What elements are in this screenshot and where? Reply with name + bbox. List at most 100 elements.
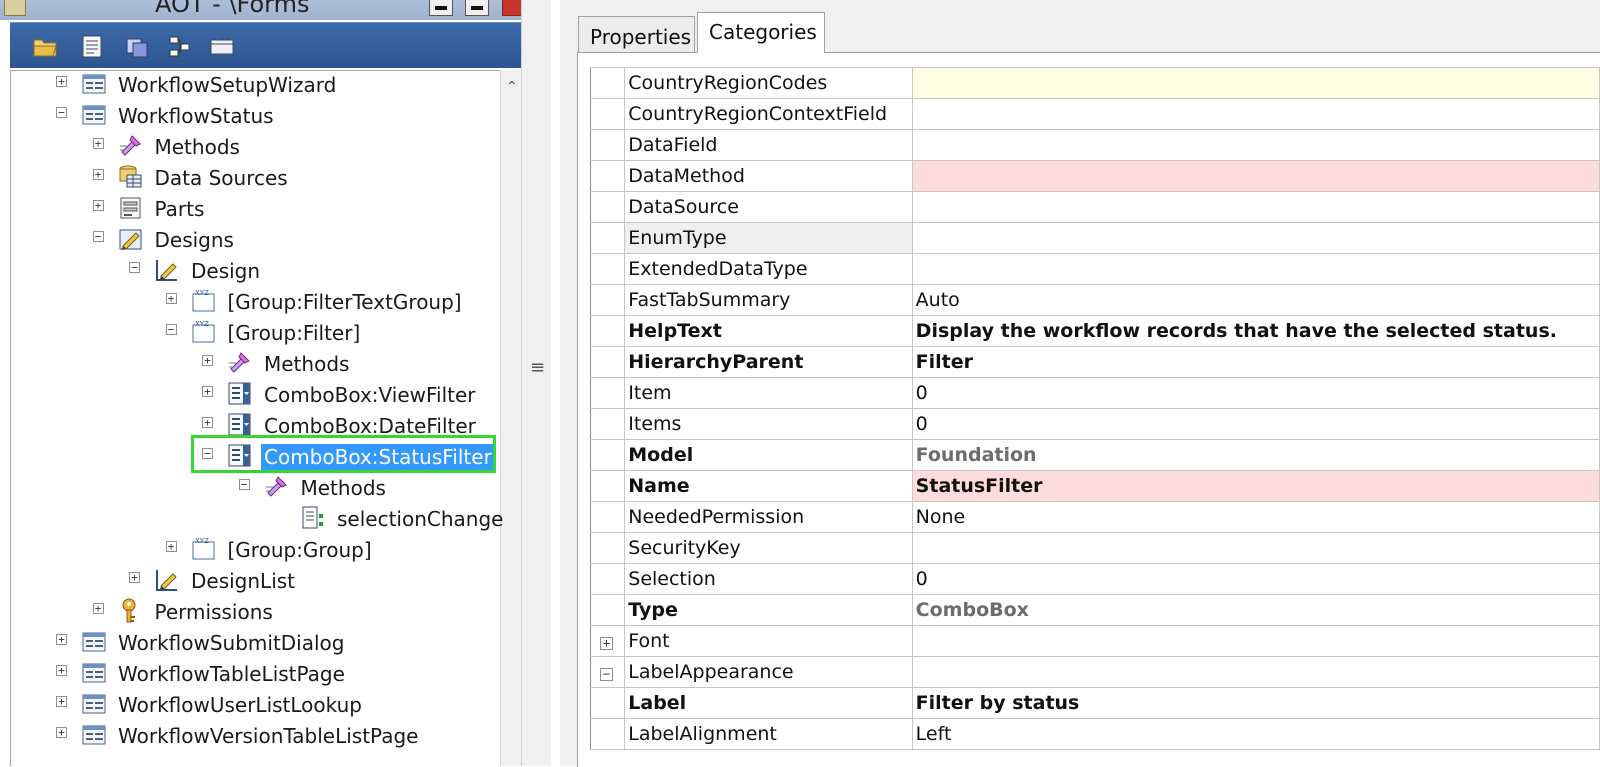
tab-properties[interactable]: Properties: [578, 16, 695, 52]
property-row[interactable]: + Font: [589, 625, 1600, 657]
tree-node-label[interactable]: [Group:Filter]: [225, 320, 364, 346]
expand-icon[interactable]: +: [202, 417, 213, 428]
expand-icon[interactable]: +: [56, 634, 67, 645]
property-row[interactable]: SecurityKey: [589, 532, 1600, 564]
tree-node-label[interactable]: WorkflowTableListPage: [115, 661, 348, 687]
property-row[interactable]: Items 0: [589, 408, 1600, 440]
properties-icon[interactable]: [79, 34, 105, 58]
property-row[interactable]: Model Foundation: [589, 439, 1600, 471]
tree-node[interactable]: − Design: [0, 258, 500, 289]
expand-icon[interactable]: +: [129, 572, 140, 583]
property-name[interactable]: CountryRegionContextField: [624, 98, 913, 130]
expand-icon[interactable]: +: [600, 637, 613, 650]
expand-icon[interactable]: +: [165, 541, 177, 552]
tree-node-label[interactable]: Methods: [261, 351, 352, 377]
tree-node-label[interactable]: [Group:FilterTextGroup]: [225, 289, 465, 315]
property-name[interactable]: FastTabSummary: [624, 284, 913, 316]
property-value[interactable]: [911, 253, 1600, 285]
collapse-icon[interactable]: −: [92, 231, 104, 242]
property-name[interactable]: Type: [624, 594, 913, 626]
property-value[interactable]: [911, 222, 1600, 254]
tree-node-label[interactable]: WorkflowUserListLookup: [115, 692, 365, 718]
property-row[interactable]: CountryRegionCodes: [589, 67, 1600, 99]
tree-node-label[interactable]: WorkflowSubmitDialog: [115, 630, 347, 656]
minimize-button[interactable]: [429, 0, 453, 16]
property-name[interactable]: DataField: [624, 129, 913, 161]
property-row[interactable]: DataSource: [589, 191, 1600, 223]
collapse-icon[interactable]: −: [165, 324, 177, 335]
property-row[interactable]: Item 0: [589, 377, 1600, 409]
property-value[interactable]: Filter by status: [911, 687, 1600, 719]
pane-splitter[interactable]: ≡: [521, 0, 553, 766]
property-row[interactable]: FastTabSummary Auto: [589, 284, 1600, 316]
property-value[interactable]: Auto: [911, 284, 1600, 316]
property-value[interactable]: [911, 656, 1600, 688]
tree-node[interactable]: + XYZ [Group:FilterTextGroup]: [0, 289, 500, 320]
property-row[interactable]: − LabelAppearance: [589, 656, 1600, 688]
expand-icon[interactable]: +: [92, 200, 104, 211]
property-row[interactable]: EnumType: [589, 222, 1600, 254]
tree-node-label[interactable]: [Group:Group]: [225, 537, 375, 563]
expand-icon[interactable]: +: [202, 386, 213, 397]
tree-node[interactable]: + Parts: [0, 197, 500, 227]
property-row[interactable]: HierarchyParent Filter: [589, 346, 1600, 378]
tree-node-label[interactable]: WorkflowVersionTableListPage: [115, 723, 421, 749]
tree-vertical-scrollbar[interactable]: ⌃: [500, 70, 522, 766]
property-name[interactable]: LabelAppearance: [624, 656, 913, 688]
expand-icon[interactable]: +: [56, 696, 67, 707]
tree-node[interactable]: + WorkflowSetupWizard: [0, 73, 500, 103]
tree-node-label[interactable]: Permissions: [152, 599, 276, 625]
expand-icon[interactable]: +: [92, 138, 104, 149]
collapse-icon[interactable]: −: [600, 668, 613, 681]
tree-node-label[interactable]: Designs: [152, 227, 237, 253]
property-value[interactable]: [911, 129, 1600, 161]
tree-node[interactable]: − Methods: [0, 475, 500, 506]
tree-node-label[interactable]: WorkflowStatus: [115, 103, 277, 129]
tree-node[interactable]: + Permissions: [0, 598, 500, 630]
tree-node-label[interactable]: Design: [188, 258, 263, 284]
property-row[interactable]: Label Filter by status: [589, 687, 1600, 719]
expand-icon[interactable]: +: [92, 603, 104, 614]
expand-icon[interactable]: +: [56, 665, 67, 676]
property-value[interactable]: None: [911, 501, 1600, 533]
property-name[interactable]: NeededPermission: [624, 501, 913, 533]
property-row[interactable]: Type ComboBox: [589, 594, 1600, 626]
property-row[interactable]: Name StatusFilter: [589, 470, 1600, 502]
tree-node[interactable]: + WorkflowUserListLookup: [0, 692, 500, 723]
save-all-icon[interactable]: [209, 34, 235, 58]
property-name[interactable]: Model: [624, 439, 913, 471]
property-name[interactable]: HelpText: [624, 315, 913, 347]
tree-node[interactable]: + WorkflowVersionTableListPage: [0, 723, 500, 754]
property-row[interactable]: HelpText Display the workflow records tha…: [589, 315, 1600, 347]
property-value[interactable]: [911, 160, 1600, 192]
tree-node-label[interactable]: Methods: [298, 475, 389, 501]
tree-node-label[interactable]: DesignList: [188, 568, 298, 594]
property-name[interactable]: DataMethod: [624, 160, 913, 192]
tree-node[interactable]: + XYZ [Group:Group]: [0, 537, 500, 568]
property-name[interactable]: LabelAlignment: [624, 718, 913, 750]
expand-icon[interactable]: +: [165, 293, 177, 304]
property-row[interactable]: Selection 0: [589, 563, 1600, 595]
property-value[interactable]: Display the workflow records that have t…: [911, 315, 1600, 347]
property-value[interactable]: Filter: [911, 346, 1600, 378]
compile-icon[interactable]: [124, 34, 150, 58]
collapse-icon[interactable]: −: [238, 479, 250, 490]
property-value[interactable]: [911, 67, 1600, 99]
tree-node-label[interactable]: Methods: [152, 134, 243, 160]
property-value[interactable]: Left: [911, 718, 1600, 750]
property-name[interactable]: EnumType: [624, 222, 913, 254]
expand-icon[interactable]: +: [56, 76, 67, 87]
property-row[interactable]: CountryRegionContextField: [589, 98, 1600, 130]
property-value[interactable]: [911, 191, 1600, 223]
property-name[interactable]: SecurityKey: [624, 532, 913, 564]
property-name[interactable]: Name: [624, 470, 913, 502]
collapse-icon[interactable]: −: [56, 107, 67, 118]
property-name[interactable]: Label: [624, 687, 913, 719]
property-value[interactable]: 0: [911, 408, 1600, 440]
property-value[interactable]: [911, 98, 1600, 130]
expand-icon[interactable]: +: [202, 355, 213, 366]
property-value[interactable]: 0: [911, 377, 1600, 409]
property-row[interactable]: LabelAlignment Left: [589, 718, 1600, 750]
property-row[interactable]: DataMethod: [589, 160, 1600, 192]
property-name[interactable]: CountryRegionCodes: [624, 67, 913, 99]
